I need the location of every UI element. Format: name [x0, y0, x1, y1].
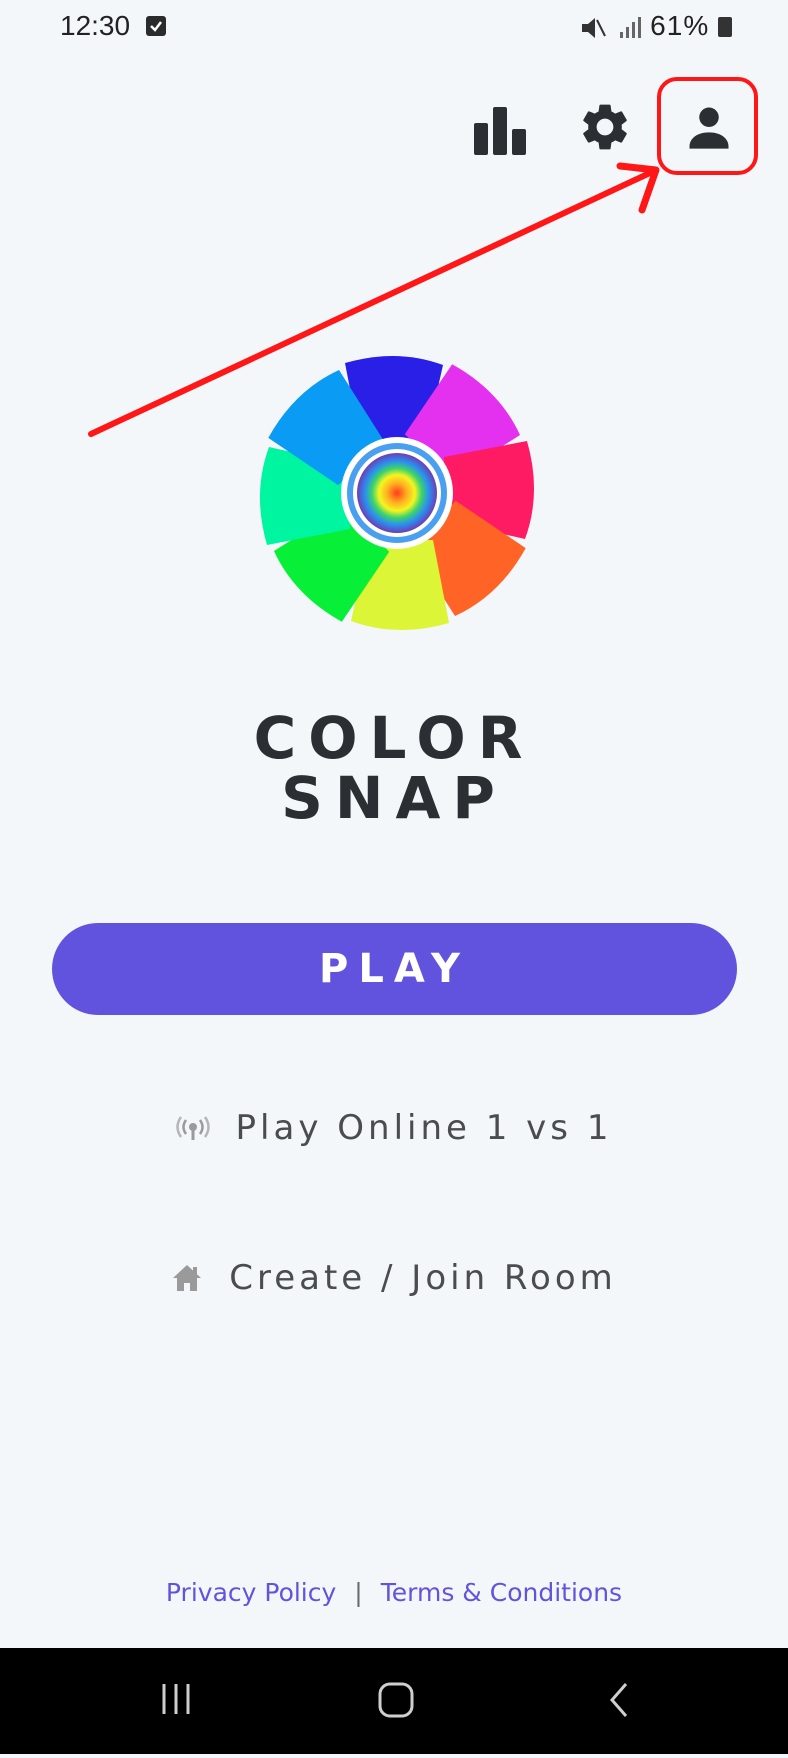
- footer-separator: |: [354, 1578, 363, 1607]
- terms-conditions-link[interactable]: Terms & Conditions: [381, 1578, 622, 1607]
- broadcast-icon: [175, 1115, 210, 1141]
- color-wheel-logo: [254, 350, 540, 636]
- create-join-room-button[interactable]: Create / Join Room: [0, 1256, 788, 1300]
- system-navigation-bar: [0, 1648, 788, 1754]
- home-icon: [171, 1263, 203, 1293]
- back-icon: [610, 1683, 628, 1717]
- app-title-line1: COLOR: [253, 704, 535, 772]
- app-title-line2: SNAP: [281, 764, 507, 832]
- home-nav-icon: [378, 1682, 414, 1718]
- recent-apps-icon: [162, 1684, 190, 1714]
- play-online-button[interactable]: Play Online 1 vs 1: [0, 1106, 788, 1150]
- create-join-room-label: Create / Join Room: [229, 1258, 617, 1298]
- play-button-label: PLAY: [319, 946, 470, 992]
- play-button[interactable]: PLAY: [52, 923, 737, 1015]
- play-online-label: Play Online 1 vs 1: [235, 1108, 613, 1148]
- privacy-policy-link[interactable]: Privacy Policy: [166, 1578, 336, 1607]
- footer-links: Privacy Policy | Terms & Conditions: [0, 1578, 788, 1607]
